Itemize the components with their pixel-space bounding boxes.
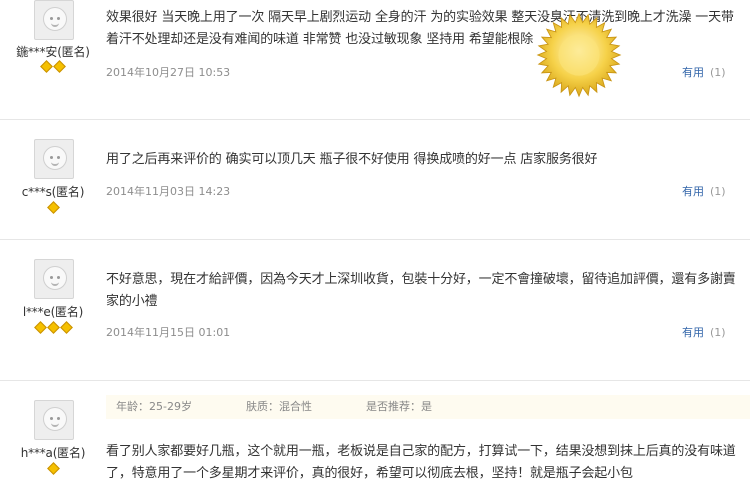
- reviewer-meta-bar: 年龄：25-29岁 肤质：混合性 是否推荐：是: [106, 395, 750, 419]
- review-text: 效果很好 当天晚上用了一次 隔天早上剧烈运动 全身的汗 为的实验效果 整天没臭汗…: [106, 10, 734, 47]
- useful-button[interactable]: 有用 (1): [682, 324, 726, 340]
- useful-count: (1): [710, 66, 726, 79]
- review-text: 用了之后再来评价的 确实可以顶几天 瓶子很不好使用 得换成喷的好一点 店家服务很…: [106, 152, 598, 167]
- review-date: 2014年10月27日 10:53: [106, 66, 231, 79]
- default-avatar-icon: [43, 407, 67, 431]
- useful-button[interactable]: 有用 (1): [682, 183, 726, 199]
- diamond-icon: [59, 321, 73, 334]
- useful-count: (1): [710, 326, 726, 339]
- review-item: 鍦***安(匿名) 效果很好 当天晚上用了一次 隔天早上剧烈运动 全身的汗 为的…: [0, 0, 750, 120]
- sunburst-seal-icon: [536, 12, 622, 98]
- useful-label[interactable]: 有用: [682, 66, 704, 79]
- reviewer-name[interactable]: c***s(匿名): [0, 183, 106, 200]
- useful-count: (1): [710, 185, 726, 198]
- diamond-icon: [46, 321, 60, 334]
- reviewer-name[interactable]: 鍦***安(匿名): [0, 43, 106, 60]
- reviewer-age: 年龄：25-29岁: [116, 400, 192, 413]
- diamond-icon: [46, 201, 60, 214]
- review-date: 2014年11月03日 14:23: [106, 185, 231, 198]
- default-avatar-icon: [43, 146, 67, 170]
- useful-label[interactable]: 有用: [682, 185, 704, 198]
- diamond-icon: [33, 321, 47, 334]
- reviewer-recommend: 是否推荐：是: [366, 400, 432, 413]
- default-avatar-icon: [43, 7, 67, 31]
- diamond-icon: [40, 60, 53, 73]
- avatar[interactable]: [34, 0, 74, 40]
- reviewer-name[interactable]: l***e(匿名): [0, 303, 106, 320]
- useful-button[interactable]: 有用 (1): [682, 64, 726, 80]
- avatar[interactable]: [34, 139, 74, 179]
- reviewer-skin-type: 肤质：混合性: [246, 400, 312, 413]
- avatar[interactable]: [34, 259, 74, 299]
- useful-label[interactable]: 有用: [682, 326, 704, 339]
- review-item: l***e(匿名) 不好意思，現在才給評價，因為今天才上深圳收貨，包裝十分好，一…: [0, 240, 750, 381]
- reviewer-name[interactable]: h***a(匿名): [0, 444, 106, 461]
- rank-badge: [0, 321, 106, 334]
- rank-badge: [0, 60, 106, 73]
- default-avatar-icon: [43, 266, 67, 290]
- diamond-icon: [53, 60, 66, 73]
- review-item: c***s(匿名) 用了之后再来评价的 确实可以顶几天 瓶子很不好使用 得换成喷…: [0, 120, 750, 240]
- review-text: 不好意思，現在才給評價，因為今天才上深圳收貨，包裝十分好，一定不會撞破壞，留待追…: [106, 272, 736, 309]
- rank-badge: [0, 201, 106, 214]
- avatar[interactable]: [34, 400, 74, 440]
- rank-badge: [0, 462, 106, 475]
- review-text: 看了别人家都要好几瓶，这个就用一瓶，老板说是自己家的配方，打算试一下，结果没想到…: [106, 444, 736, 481]
- review-date: 2014年11月15日 01:01: [106, 326, 231, 339]
